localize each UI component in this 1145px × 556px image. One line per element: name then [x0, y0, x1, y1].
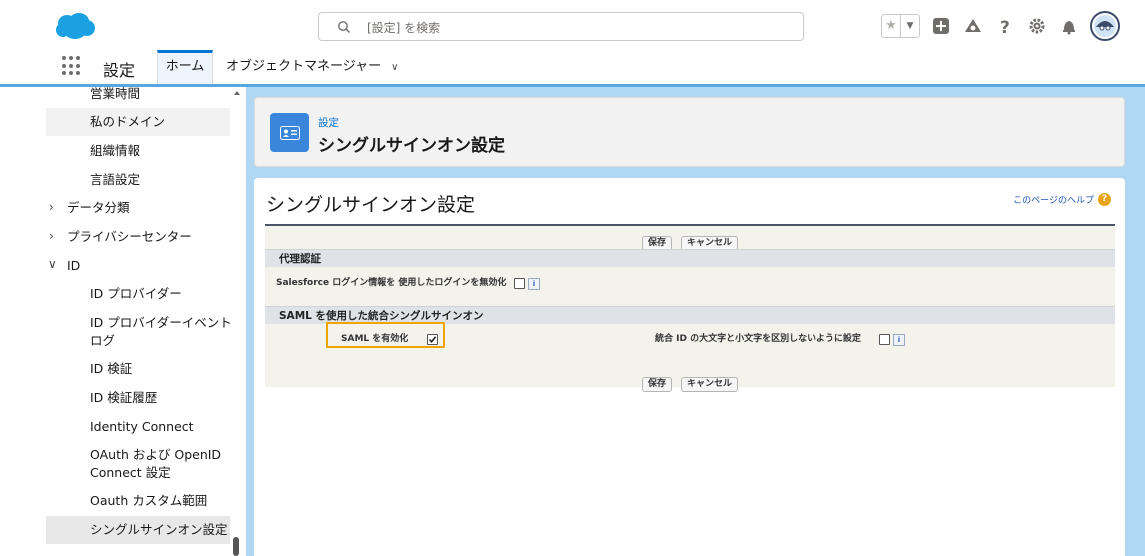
sidebar-item-my-domain[interactable]: 私のドメイン [90, 113, 165, 131]
sidebar-item-identity-verification[interactable]: ID 検証 [90, 360, 132, 378]
header-utility-icons: ★ ▼ ? [881, 10, 1120, 42]
sso-settings-form: 保存 キャンセル 代理認証 Salesforce ログイン情報を 使用したログイ… [265, 224, 1115, 392]
tab-object-manager-label: オブジェクトマネージャー [226, 59, 382, 74]
tab-object-manager[interactable]: オブジェクトマネージャー ∨ [226, 50, 398, 84]
sidebar-item-company-info[interactable]: 組織情報 [90, 142, 140, 160]
sidebar-item-identity-provider[interactable]: ID プロバイダー [90, 285, 182, 303]
help-question-icon[interactable]: ? [1098, 193, 1111, 206]
global-add-icon[interactable] [930, 15, 952, 37]
sidebar-item-oauth-openid[interactable]: OAuth および OpenID [90, 446, 221, 464]
setup-gear-icon[interactable] [1026, 15, 1048, 37]
help-link[interactable]: このページのヘルプ ? [1013, 193, 1111, 206]
tab-home[interactable]: ホーム [157, 50, 213, 84]
sidebar-item-identity[interactable]: ID [67, 257, 80, 275]
help-icon[interactable]: ? [994, 15, 1016, 37]
disable-login-checkbox[interactable] [514, 278, 525, 289]
cancel-button[interactable]: キャンセル [681, 377, 739, 392]
sidebar-item-idp-event-log[interactable]: ID プロバイダーイベント [90, 314, 232, 332]
info-icon[interactable]: i [528, 278, 540, 290]
scroll-up-arrow-icon[interactable] [234, 91, 240, 95]
app-name: 設定 [103, 61, 136, 80]
case-insensitive-federation-id-label: 統合 ID の大文字と小文字を区別しないように設定 [655, 334, 861, 344]
global-search-input[interactable]: [設定] を検索 [318, 12, 804, 41]
favorites-dropdown-icon[interactable]: ▼ [900, 15, 919, 37]
sidebar-item-oauth-custom-scopes[interactable]: Oauth カスタム範囲 [90, 492, 207, 510]
scrollbar-thumb[interactable] [233, 537, 239, 556]
setup-panel: シングルサインオン設定 このページのヘルプ ? 保存 キャンセル 代理認証 Sa… [254, 178, 1125, 556]
expand-chevron-icon[interactable]: › [49, 200, 54, 214]
setup-sidebar: 営業時間 私のドメイン 組織情報 言語設定 › データ分類 › プライバシーセン… [0, 87, 246, 556]
setup-section-title: シングルサインオン設定 [266, 194, 476, 216]
top-button-row: 保存 キャンセル [265, 230, 1115, 251]
favorite-star-icon[interactable]: ★ [882, 15, 900, 37]
sidebar-item-identity-connect[interactable]: Identity Connect [90, 418, 194, 436]
chevron-down-icon[interactable]: ∨ [391, 51, 398, 85]
sidebar-item-oauth-openid-cont[interactable]: Connect 設定 [90, 464, 171, 482]
delegated-auth-section-header: 代理認証 [265, 249, 1115, 267]
search-icon [338, 21, 351, 34]
favorites-control[interactable]: ★ ▼ [881, 14, 920, 38]
trailhead-icon[interactable] [962, 15, 984, 37]
user-avatar[interactable] [1090, 11, 1120, 41]
sidebar-item-business-hours[interactable]: 営業時間 [90, 87, 140, 103]
case-insensitive-checkbox[interactable] [879, 334, 890, 345]
highlight-box [326, 322, 445, 348]
breadcrumb[interactable]: 設定 [318, 115, 339, 130]
global-header: [設定] を検索 ★ ▼ ? [0, 0, 1145, 51]
sidebar-item-privacy-center[interactable]: プライバシーセンター [67, 228, 192, 246]
sidebar-item-identity-verification-history[interactable]: ID 検証履歴 [90, 389, 157, 407]
salesforce-cloud-logo[interactable] [55, 13, 95, 40]
identity-card-icon [270, 113, 309, 152]
page-title: シングルサインオン設定 [318, 136, 505, 156]
context-nav-bar: 設定 ホーム オブジェクトマネージャー ∨ [0, 50, 1145, 87]
bottom-button-row: 保存 キャンセル [265, 371, 1115, 392]
sidebar-item-language-settings[interactable]: 言語設定 [90, 171, 140, 189]
sidebar-item-data-classification[interactable]: データ分類 [67, 199, 130, 217]
sidebar-item-single-sign-on[interactable]: シングルサインオン設定 [90, 521, 228, 539]
sidebar-scrollbar[interactable] [230, 87, 244, 556]
disable-login-label: Salesforce ログイン情報を 使用したログインを無効化 [276, 278, 507, 288]
notification-bell-icon[interactable] [1058, 15, 1080, 37]
collapse-chevron-icon[interactable]: ∨ [48, 257, 57, 271]
svg-text:?: ? [1000, 18, 1010, 35]
expand-chevron-icon[interactable]: › [49, 229, 54, 243]
help-link-label[interactable]: このページのヘルプ [1013, 193, 1094, 206]
save-button[interactable]: 保存 [641, 377, 672, 392]
search-placeholder: [設定] を検索 [367, 21, 441, 35]
sidebar-item-idp-event-log-cont[interactable]: ログ [90, 332, 115, 350]
info-icon[interactable]: i [893, 334, 905, 346]
app-launcher-icon[interactable] [62, 56, 82, 76]
page-header: 設定 シングルサインオン設定 [254, 97, 1125, 167]
tab-home-label: ホーム [165, 59, 205, 74]
